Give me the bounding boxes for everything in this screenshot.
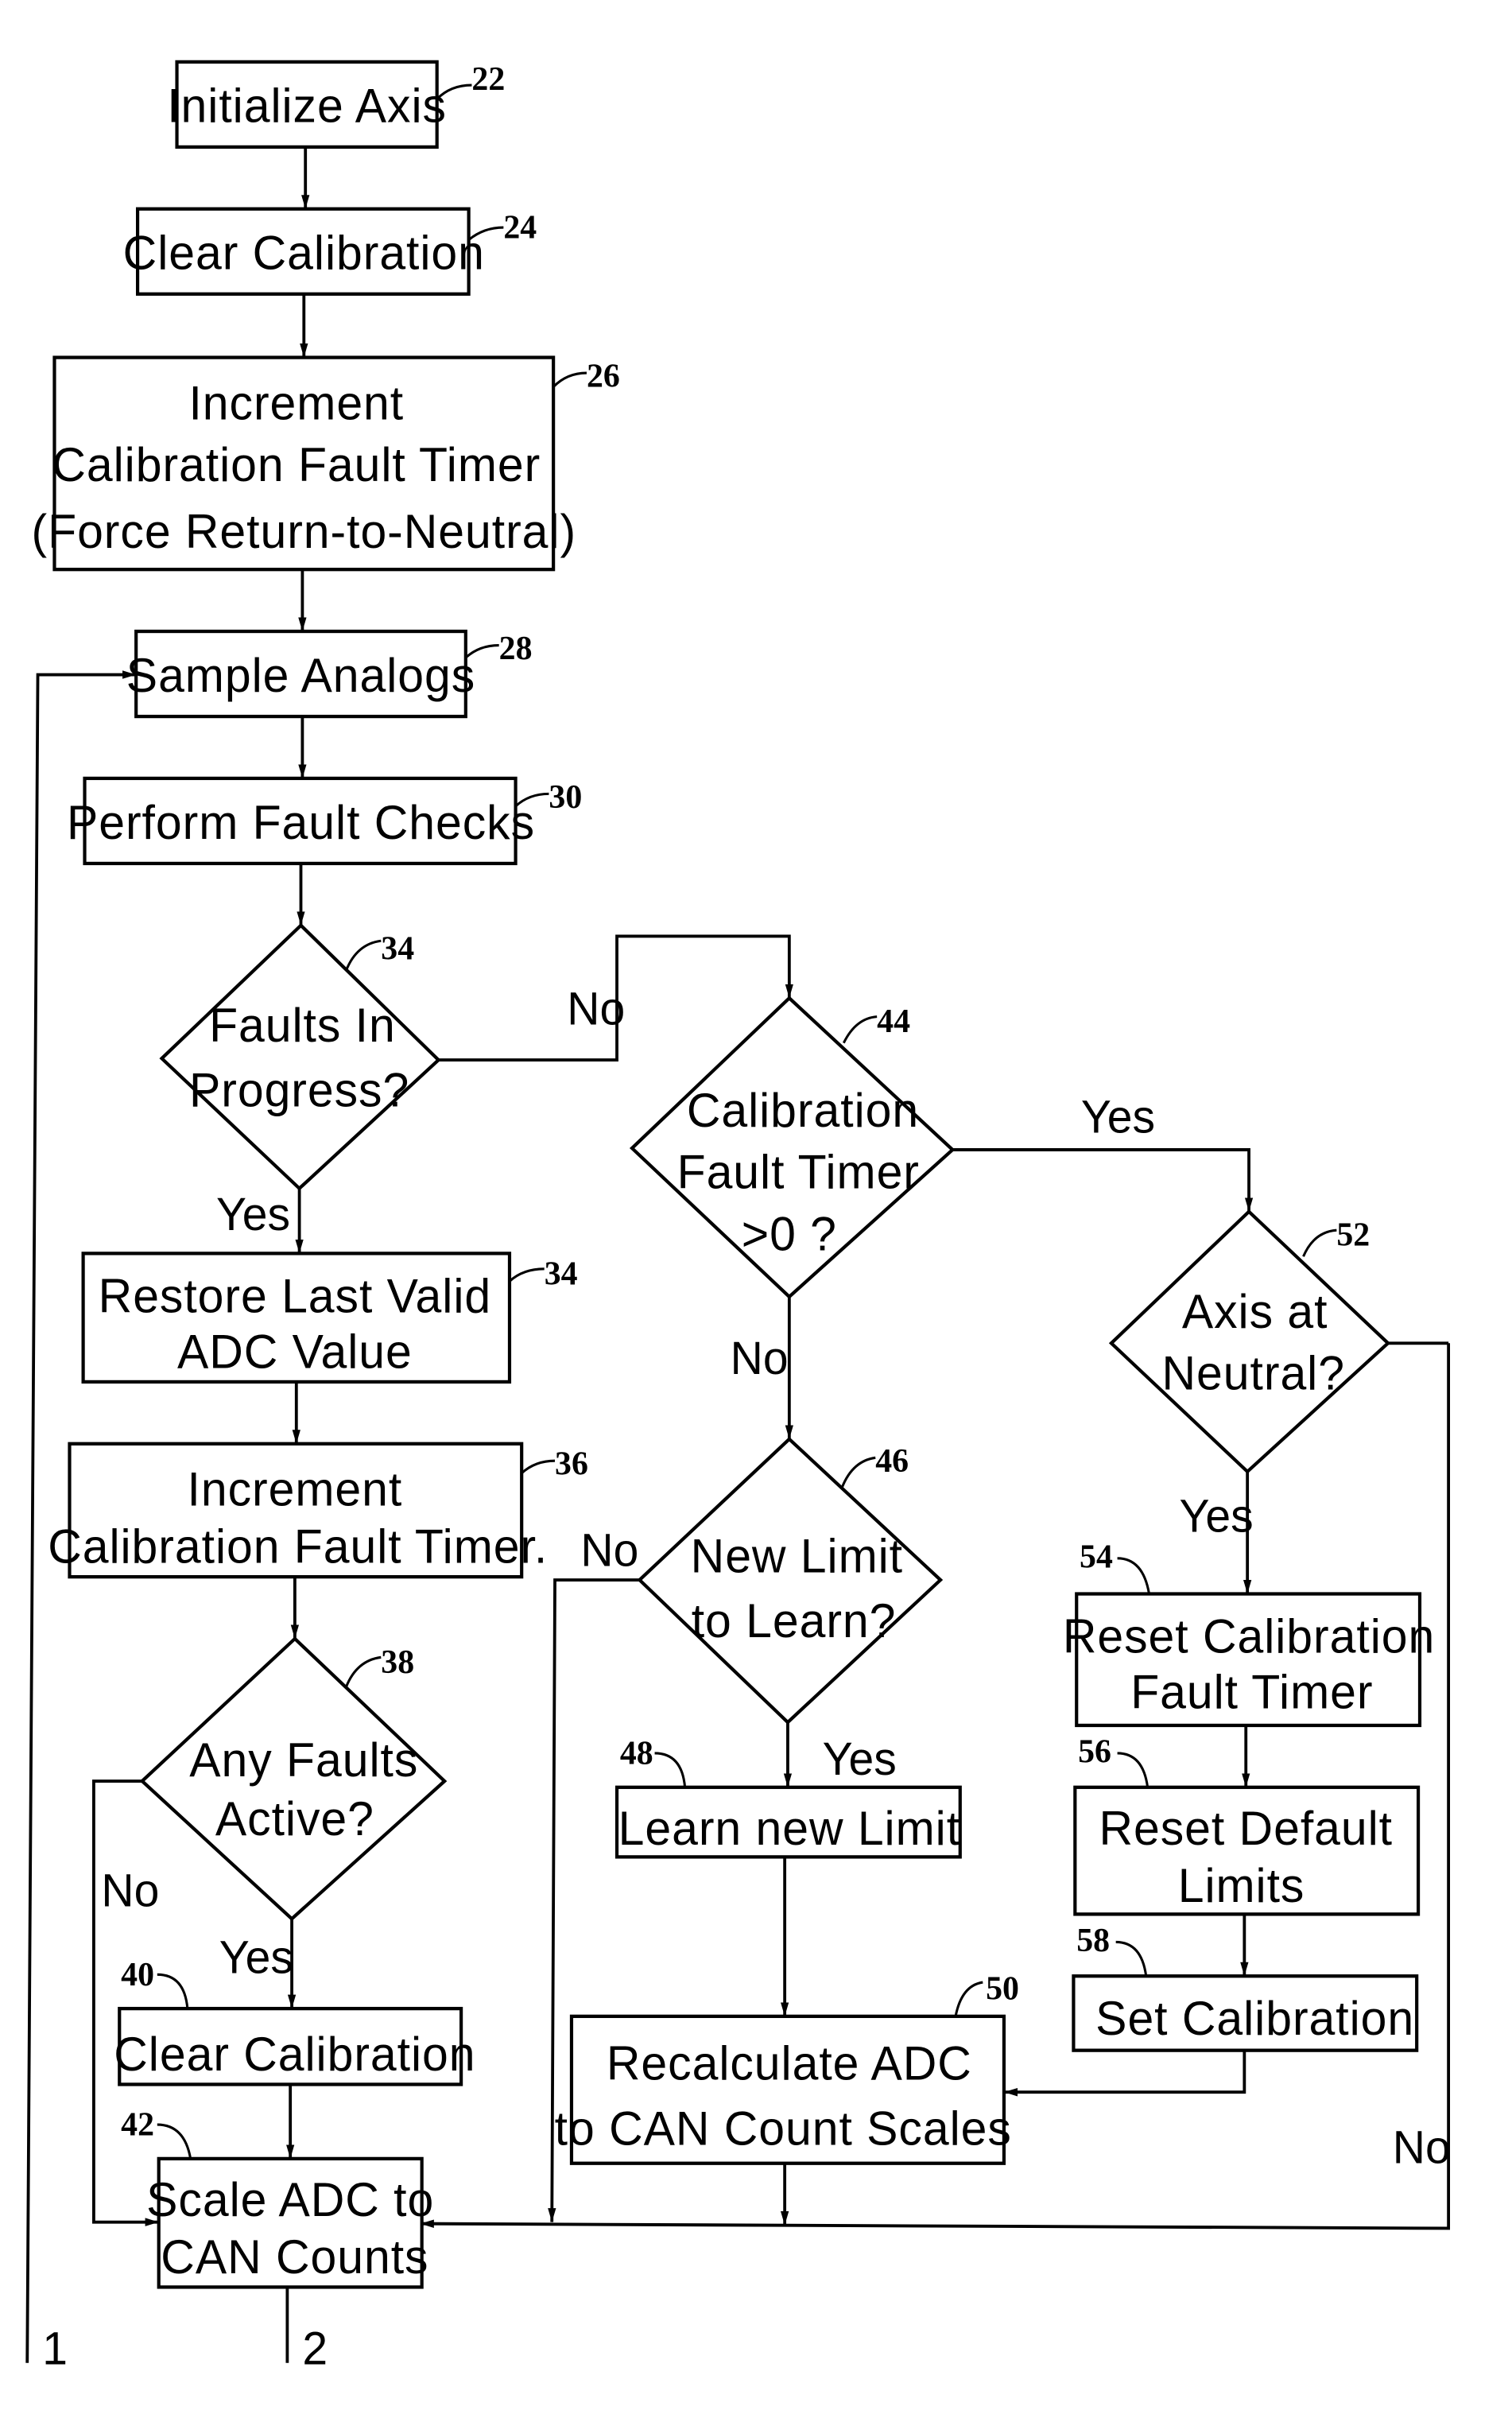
node-label: Set Calibration [1095, 1992, 1414, 2046]
connector-1: 1 [42, 2323, 68, 2375]
node-label: Clear Calibration [114, 2027, 475, 2081]
ref-50: 50 [986, 1970, 1019, 2008]
ref-46: 46 [875, 1442, 909, 1480]
decision-cal-fault-timer-gt-0: Calibration Fault Timer >0 ? [629, 995, 956, 1299]
node-label: Active? [215, 1792, 374, 1846]
leader-58 [1115, 1940, 1148, 1977]
node-label: Recalculate ADC [607, 2036, 972, 2090]
node-label: >0 ? [742, 1207, 837, 1261]
label-no: No [1393, 2122, 1451, 2174]
label-yes: Yes [1081, 1092, 1155, 1143]
connector-2: 2 [302, 2323, 328, 2375]
edge-44-yes [952, 1148, 1254, 1212]
label-yes: Yes [823, 1734, 897, 1786]
leader-52 [1302, 1228, 1337, 1257]
node-sample-analogs: Sample Analogs [126, 629, 475, 719]
node-label: Restore Last Valid [99, 1269, 491, 1323]
node-recalculate-adc-scales: Recalculate ADC to CAN Count Scales [555, 2014, 1012, 2165]
node-label: Calibration Fault Timer [52, 438, 541, 492]
label-no: No [580, 1525, 638, 1577]
node-reset-default-limits: Reset Default Limits [1073, 1785, 1421, 1916]
ref-58: 58 [1076, 1922, 1110, 1960]
ref-40: 40 [121, 1955, 154, 1993]
node-label: to CAN Count Scales [555, 2102, 1012, 2156]
label-no: No [731, 1333, 789, 1385]
node-label: Faults In [209, 998, 396, 1052]
ref-48: 48 [620, 1734, 653, 1772]
node-increment-cal-fault-timer-force: Increment Calibration Fault Timer (Force… [32, 355, 577, 572]
label-yes: Yes [216, 1190, 290, 1241]
node-clear-calibration: Clear Calibration [123, 207, 485, 296]
node-label: Limits [1178, 1858, 1305, 1912]
label-yes: Yes [1180, 1491, 1254, 1543]
node-label: Increment [188, 376, 404, 430]
node-label: Neutral? [1162, 1346, 1345, 1400]
node-scale-adc-to-can-counts: Scale ADC to CAN Counts [146, 2156, 434, 2289]
flowchart-canvas: Initialize Axis Clear Calibration Increm… [25, 60, 1451, 2375]
ref-30: 30 [549, 778, 582, 816]
node-initialize-axis: Initialize Axis [167, 60, 447, 149]
label-no: No [101, 1865, 159, 1917]
node-label: Increment [188, 1462, 403, 1516]
node-label: Initialize Axis [167, 79, 447, 133]
label-yes: Yes [219, 1932, 293, 1984]
ref-38: 38 [381, 1643, 414, 1681]
node-label: ADC Value [177, 1325, 413, 1379]
ref-34a: 34 [381, 930, 414, 968]
node-label: Calibration Fault Timer. [48, 1519, 548, 1574]
node-perform-fault-checks: Perform Fault Checks [67, 776, 535, 866]
ref-42: 42 [121, 2105, 154, 2144]
node-label: (Force Return-to-Neutral) [32, 504, 577, 558]
node-label: Reset Default [1099, 1801, 1393, 1855]
ref-22: 22 [471, 60, 505, 98]
ref-44: 44 [877, 1003, 910, 1041]
ref-28: 28 [499, 630, 533, 668]
leader-26 [552, 371, 587, 388]
leader-34b [508, 1267, 545, 1283]
ref-54: 54 [1080, 1538, 1113, 1576]
ref-52: 52 [1336, 1216, 1370, 1254]
leader-44 [842, 1015, 878, 1044]
node-label: Clear Calibration [123, 226, 485, 280]
leader-50 [954, 1981, 983, 2017]
edge-58-50 [1003, 2050, 1246, 2097]
node-label: Reset Calibration [1063, 1609, 1435, 1663]
leader-42 [157, 2123, 192, 2160]
leader-54 [1117, 1557, 1151, 1594]
ref-34b: 34 [545, 1255, 578, 1293]
node-reset-cal-fault-timer: Reset Calibration Fault Timer [1063, 1592, 1435, 1728]
leader-36 [521, 1459, 556, 1474]
ref-24: 24 [503, 208, 537, 246]
node-label: Any Faults [189, 1733, 418, 1787]
node-label: to Learn? [692, 1593, 897, 1647]
node-label: New Limit [691, 1529, 903, 1583]
leader-40 [157, 1973, 189, 2009]
edge-38-no [92, 1779, 159, 2226]
ref-36: 36 [555, 1445, 588, 1483]
node-label: CAN Counts [161, 2230, 428, 2284]
node-label: Learn new Limit [618, 1801, 960, 1855]
decision-new-limit-to-learn: New Limit to Learn? [637, 1437, 944, 1725]
leader-38 [345, 1655, 382, 1687]
node-label: Sample Analogs [126, 648, 475, 702]
leader-56 [1117, 1752, 1150, 1788]
node-label: Fault Timer [1130, 1665, 1373, 1719]
ref-56: 56 [1078, 1733, 1111, 1771]
leader-46 [841, 1456, 876, 1488]
node-label: Axis at [1182, 1284, 1328, 1338]
node-label: Progress? [189, 1063, 409, 1117]
leader-34a [345, 939, 382, 971]
node-label: Fault Timer [677, 1145, 920, 1199]
node-clear-calibration-2: Clear Calibration [114, 2006, 475, 2086]
node-label: Scale ADC to [146, 2172, 434, 2226]
node-label: Perform Fault Checks [67, 795, 535, 849]
node-learn-new-limit: Learn new Limit [614, 1785, 962, 1859]
node-label: Calibration [687, 1083, 919, 1137]
node-set-calibration: Set Calibration [1072, 1974, 1419, 2052]
leader-48 [654, 1752, 687, 1787]
node-increment-cal-fault-timer: Increment Calibration Fault Timer. [48, 1442, 548, 1579]
ref-26: 26 [587, 357, 620, 395]
node-restore-last-valid-adc: Restore Last Valid ADC Value [81, 1252, 512, 1384]
label-no: No [567, 984, 625, 1035]
